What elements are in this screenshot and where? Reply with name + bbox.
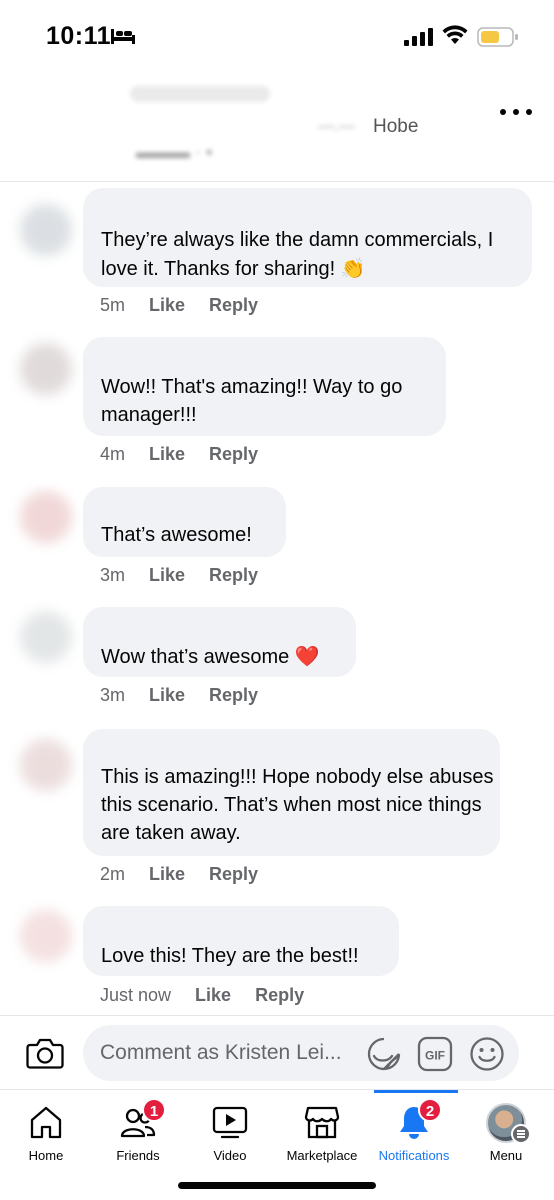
like-button[interactable]: Like (149, 685, 185, 706)
nav-friends-label: Friends (116, 1148, 160, 1163)
red-heart-icon: ❤️ (294, 646, 320, 668)
like-button[interactable]: Like (195, 985, 231, 1006)
comment-text-body: Wow that’s awesome (101, 646, 290, 668)
comment-bubble: Love this! They are the best!! (83, 906, 399, 976)
reply-button[interactable]: Reply (209, 444, 258, 465)
post-header-text: Hobe (373, 116, 419, 137)
home-icon (30, 1106, 62, 1139)
comment-actions: 2m Like Reply (100, 864, 258, 885)
comment-timestamp: 2m (100, 864, 126, 884)
clapping-hands-icon: 👏 (340, 258, 366, 280)
cellular-signal-icon (404, 28, 433, 46)
camera-icon[interactable] (26, 1036, 64, 1070)
comment-input-placeholder: Comment as Kristen Lei... (100, 1041, 342, 1064)
home-indicator (178, 1182, 376, 1189)
comment-bubble: Wow that’s awesome ❤️ (83, 607, 356, 677)
reply-button[interactable]: Reply (209, 295, 258, 316)
comment-actions: 4m Like Reply (100, 444, 258, 465)
video-icon (212, 1106, 248, 1139)
nav-marketplace[interactable]: Marketplace (276, 1090, 368, 1170)
emoji-icon[interactable] (469, 1036, 505, 1072)
battery-icon (477, 27, 518, 47)
nav-video[interactable]: Video (184, 1090, 276, 1170)
like-button[interactable]: Like (149, 444, 185, 465)
comment-text-body: Love this! They are the best!! (101, 945, 359, 967)
notifications-badge: 2 (418, 1098, 442, 1122)
nav-marketplace-label: Marketplace (286, 1148, 358, 1163)
friends-badge: 1 (142, 1098, 166, 1122)
comment-composer: Comment as Kristen Lei... GIF (0, 1015, 554, 1089)
nav-home[interactable]: Home (0, 1090, 92, 1170)
gif-icon-label: GIF (425, 1049, 445, 1063)
comment-text-body: That’s awesome! (101, 524, 252, 546)
avatar[interactable] (20, 910, 72, 962)
nav-home-label: Home (28, 1148, 64, 1163)
comment-timestamp: 3m (100, 565, 126, 585)
comment-actions: 3m Like Reply (100, 565, 258, 586)
comment-bubble: Wow!! That's amazing!! Way to go manager… (83, 337, 446, 436)
gif-icon[interactable]: GIF (417, 1036, 453, 1072)
status-bar: 10:11 (0, 0, 554, 72)
comment-actions: Just now Like Reply (100, 985, 304, 1006)
comment-text-body: They’re always like the damn commercials… (101, 229, 494, 280)
like-button[interactable]: Like (149, 565, 185, 586)
comment-bubble: This is amazing!!! Hope nobody else abus… (83, 729, 500, 856)
comment-timestamp: 4m (100, 444, 126, 464)
nav-notifications-label: Notifications (378, 1148, 450, 1163)
menu-icon (511, 1124, 531, 1144)
comment-text: This is amazing!!! Hope nobody else abus… (101, 729, 501, 847)
comment-text: That’s awesome! (101, 487, 268, 549)
avatar[interactable] (20, 343, 72, 395)
avatar[interactable] (20, 739, 72, 791)
obscured-subtitle: ▬▬▬ · ▪ (136, 142, 213, 162)
nav-video-label: Video (213, 1148, 247, 1163)
nav-menu-label: Menu (489, 1148, 523, 1163)
sleep-focus-icon (111, 29, 135, 44)
wifi-icon (442, 25, 468, 44)
like-button[interactable]: Like (149, 295, 185, 316)
reply-button[interactable]: Reply (209, 864, 258, 885)
reply-button[interactable]: Reply (255, 985, 304, 1006)
comment-timestamp: 3m (100, 685, 126, 705)
comment-text-body: This is amazing!!! Hope nobody else abus… (101, 766, 494, 844)
bottom-navigation: Home 1 Friends Video Marketplace 2 Notif… (0, 1089, 554, 1200)
comment-text: Wow that’s awesome ❤️ (101, 607, 338, 671)
reply-button[interactable]: Reply (209, 565, 258, 586)
comment-text: They’re always like the damn commercials… (101, 208, 514, 284)
obscured-text: —.— (318, 118, 355, 135)
status-time: 10:11 (46, 22, 112, 50)
nav-friends[interactable]: 1 Friends (92, 1090, 184, 1170)
post-header: —.— Hobe ▬▬▬ · ▪ (0, 72, 554, 182)
avatar[interactable] (20, 611, 72, 663)
comment-actions: 5m Like Reply (100, 295, 258, 316)
comment-actions: 3m Like Reply (100, 685, 258, 706)
nav-menu[interactable]: Menu (460, 1090, 552, 1170)
avatar[interactable] (20, 204, 72, 256)
nav-notifications[interactable]: 2 Notifications (368, 1090, 460, 1170)
comments-list: They’re always like the damn commercials… (0, 182, 554, 1015)
comment-bubble: That’s awesome! (83, 487, 286, 557)
sticker-icon[interactable] (366, 1036, 402, 1072)
more-options-button[interactable] (498, 100, 534, 124)
avatar[interactable] (20, 491, 72, 543)
comment-text: Wow!! That's amazing!! Way to go manager… (101, 337, 431, 429)
comment-text: Love this! They are the best!! (101, 906, 381, 970)
like-button[interactable]: Like (149, 864, 185, 885)
author-name-obscured (130, 86, 270, 102)
reply-button[interactable]: Reply (209, 685, 258, 706)
comment-timestamp: Just now (100, 985, 172, 1005)
comment-bubble: They’re always like the damn commercials… (83, 188, 532, 287)
comment-timestamp: 5m (100, 295, 126, 315)
marketplace-icon (304, 1106, 340, 1139)
comment-text-body: Wow!! That's amazing!! Way to go manager… (101, 376, 403, 426)
